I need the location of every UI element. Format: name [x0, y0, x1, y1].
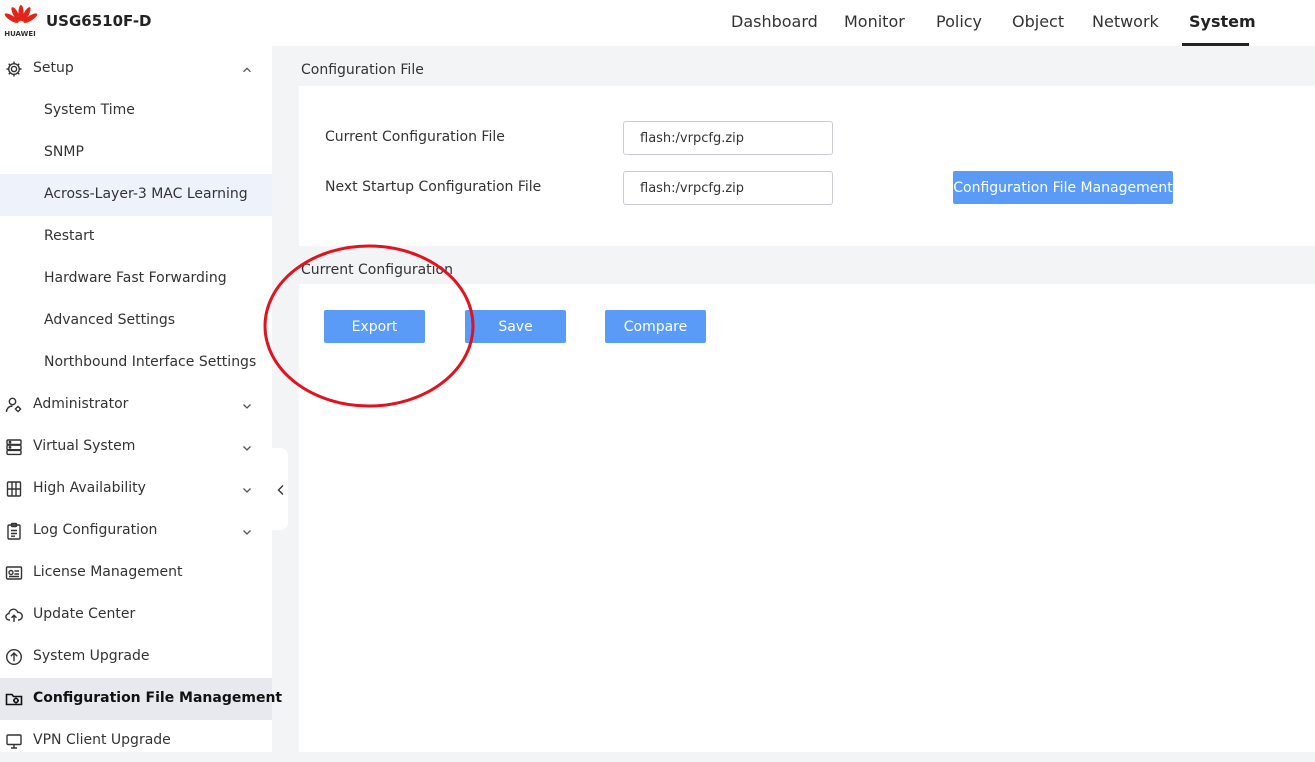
cloud-upload-icon: [5, 606, 23, 624]
section-header-current-configuration: Current Configuration: [299, 246, 1315, 284]
sidebar-item-label: Across-Layer-3 MAC Learning: [44, 186, 248, 202]
vpn-icon: [5, 732, 23, 750]
admin-user-icon: [5, 396, 23, 414]
sidebar-item-label: Log Configuration: [33, 522, 158, 538]
sidebar-item-advanced-settings[interactable]: Advanced Settings: [0, 300, 272, 342]
nav-monitor[interactable]: Monitor: [844, 12, 905, 31]
clipboard-icon: [5, 522, 23, 540]
section-header-configuration-file: Configuration File: [299, 46, 1315, 86]
sidebar-item-log-configuration[interactable]: Log Configuration: [0, 510, 272, 552]
current-config-file-label: Current Configuration File: [325, 129, 505, 145]
sidebar-item-label: Administrator: [33, 396, 129, 412]
compare-button[interactable]: Compare: [605, 310, 706, 343]
sidebar-item-setup[interactable]: Setup: [0, 48, 272, 90]
nav-object[interactable]: Object: [1012, 12, 1064, 31]
sidebar-item-label: High Availability: [33, 480, 146, 496]
sidebar-item-snmp[interactable]: SNMP: [0, 132, 272, 174]
license-icon: [5, 564, 23, 582]
server-icon: [5, 438, 23, 456]
export-button[interactable]: Export: [324, 310, 425, 343]
sidebar-item-system-time[interactable]: System Time: [0, 90, 272, 132]
sidebar-item-configuration-file-management[interactable]: Configuration File Management: [0, 678, 282, 720]
sidebar-item-label: License Management: [33, 564, 183, 580]
sidebar-item-label: System Time: [44, 102, 135, 118]
top-header: HUAWEI USG6510F-D Dashboard Monitor Poli…: [0, 0, 1315, 46]
sidebar-item-label: Restart: [44, 228, 95, 244]
sidebar-item-update-center[interactable]: Update Center: [0, 594, 272, 636]
gear-icon: [5, 60, 23, 78]
config-file-icon: [5, 690, 23, 708]
section-title: Current Configuration: [301, 262, 453, 278]
sidebar-item-license-management[interactable]: License Management: [0, 552, 272, 594]
sidebar-item-label: Advanced Settings: [44, 312, 176, 328]
sidebar: Setup System Time SNMP Across-Layer-3 MA…: [0, 46, 282, 752]
sidebar-collapse-handle[interactable]: [272, 448, 288, 530]
chevron-down-icon: [242, 399, 252, 409]
sidebar-item-restart[interactable]: Restart: [0, 216, 272, 258]
sidebar-item-label: Update Center: [33, 606, 136, 622]
sidebar-item-northbound-interface[interactable]: Northbound Interface Settings: [0, 342, 272, 384]
sidebar-item-label: SNMP: [44, 144, 84, 160]
upgrade-icon: [5, 648, 23, 666]
save-button[interactable]: Save: [465, 310, 566, 343]
sidebar-item-label: Virtual System: [33, 438, 136, 454]
next-startup-config-file-field[interactable]: [623, 171, 833, 205]
nav-system[interactable]: System: [1189, 12, 1256, 31]
chevron-left-icon: [277, 485, 284, 495]
sidebar-item-label: Northbound Interface Settings: [44, 354, 257, 370]
configuration-file-management-button[interactable]: Configuration File Management: [953, 171, 1173, 204]
sidebar-item-label: Setup: [33, 60, 74, 76]
sidebar-item-system-upgrade[interactable]: System Upgrade: [0, 636, 272, 678]
sidebar-item-mac-learning[interactable]: Across-Layer-3 MAC Learning: [0, 174, 272, 216]
next-startup-config-file-label: Next Startup Configuration File: [325, 179, 542, 195]
main-content: Configuration File Current Configuration…: [299, 46, 1315, 752]
chevron-down-icon: [242, 525, 252, 535]
chevron-down-icon: [242, 483, 252, 493]
sidebar-item-vpn-client-upgrade[interactable]: VPN Client Upgrade: [0, 720, 272, 762]
chevron-up-icon: [242, 63, 252, 73]
current-config-file-field[interactable]: [623, 121, 833, 155]
sidebar-item-hardware-fast-forwarding[interactable]: Hardware Fast Forwarding: [0, 258, 272, 300]
sidebar-item-administrator[interactable]: Administrator: [0, 384, 272, 426]
nav-policy[interactable]: Policy: [936, 12, 982, 31]
nav-dashboard[interactable]: Dashboard: [731, 12, 818, 31]
sidebar-item-label: Configuration File Management: [33, 690, 283, 706]
sidebar-item-high-availability[interactable]: High Availability: [0, 468, 272, 510]
high-availability-icon: [5, 480, 23, 498]
chevron-down-icon: [242, 441, 252, 451]
nav-network[interactable]: Network: [1092, 12, 1159, 31]
sidebar-item-label: Hardware Fast Forwarding: [44, 270, 227, 286]
sidebar-item-label: VPN Client Upgrade: [33, 732, 171, 748]
sidebar-item-label: System Upgrade: [33, 648, 150, 664]
section-title: Configuration File: [301, 62, 424, 78]
device-name: USG6510F-D: [46, 12, 152, 30]
logo-text: HUAWEI: [4, 30, 36, 38]
sidebar-item-virtual-system[interactable]: Virtual System: [0, 426, 272, 468]
